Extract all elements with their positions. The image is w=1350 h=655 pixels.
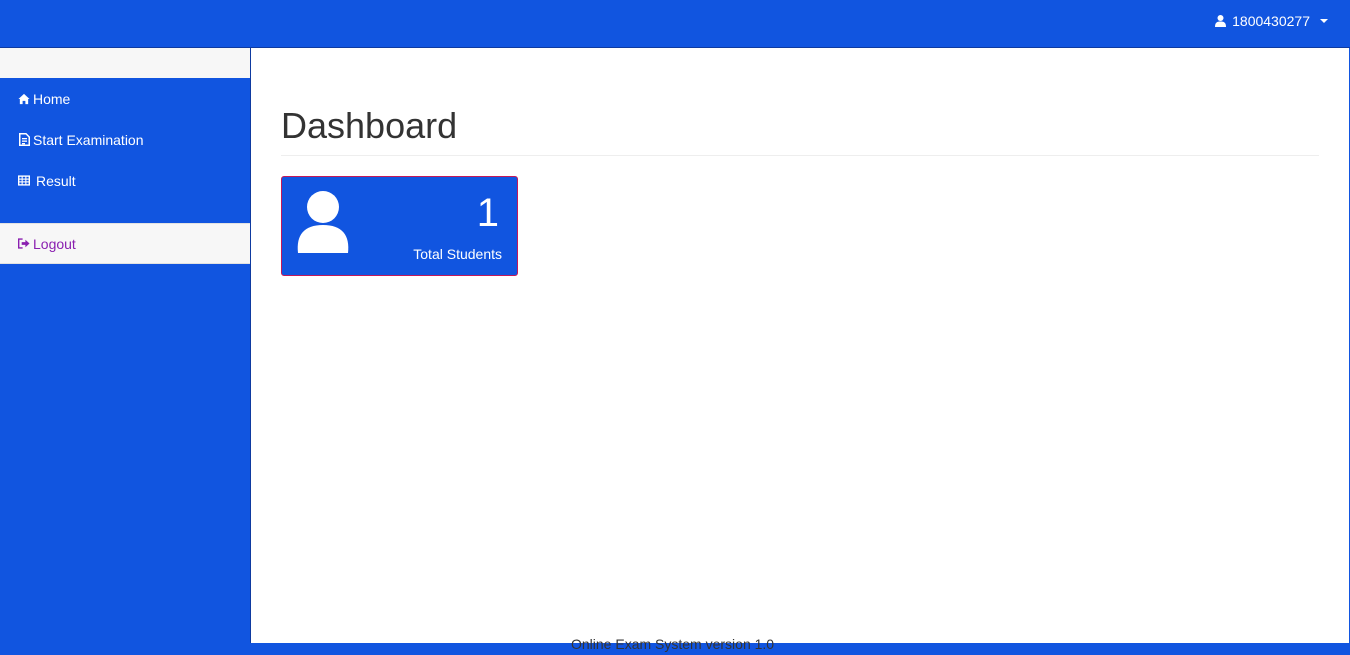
title-divider [281, 155, 1319, 156]
page-title: Dashboard [281, 105, 458, 146]
sidebar-search-area [0, 48, 250, 78]
total-students-card[interactable]: 1 Total Students [281, 176, 518, 276]
sidebar: Home Start Examination Result Logout [0, 48, 251, 655]
username-label: 1800430277 [1232, 13, 1310, 29]
sidebar-item-result[interactable]: Result [0, 160, 250, 201]
sidebar-item-logout[interactable]: Logout [0, 223, 250, 264]
sidebar-item-label: Home [33, 90, 71, 107]
sidebar-item-label: Start Examination [33, 131, 144, 148]
footer-version-text: Online Exam System version 1.0 [571, 636, 775, 652]
user-dropdown-toggle[interactable]: 1800430277 [1214, 13, 1328, 29]
user-icon [1214, 15, 1226, 27]
caret-down-icon [1320, 19, 1328, 23]
logout-icon [18, 238, 30, 250]
user-icon [296, 191, 350, 253]
sidebar-item-label: Result [36, 172, 76, 189]
sidebar-item-label: Logout [33, 235, 76, 252]
sidebar-item-start-examination[interactable]: Start Examination [0, 119, 250, 160]
document-icon [18, 133, 30, 146]
top-navbar: 1800430277 [0, 0, 1350, 48]
home-icon [18, 93, 30, 105]
stat-value: 1 [476, 191, 499, 235]
table-icon [18, 175, 30, 187]
stat-label: Total Students [413, 246, 502, 262]
sidebar-item-home[interactable]: Home [0, 78, 250, 119]
main-content: Dashboard 1 Total Students [251, 48, 1349, 643]
